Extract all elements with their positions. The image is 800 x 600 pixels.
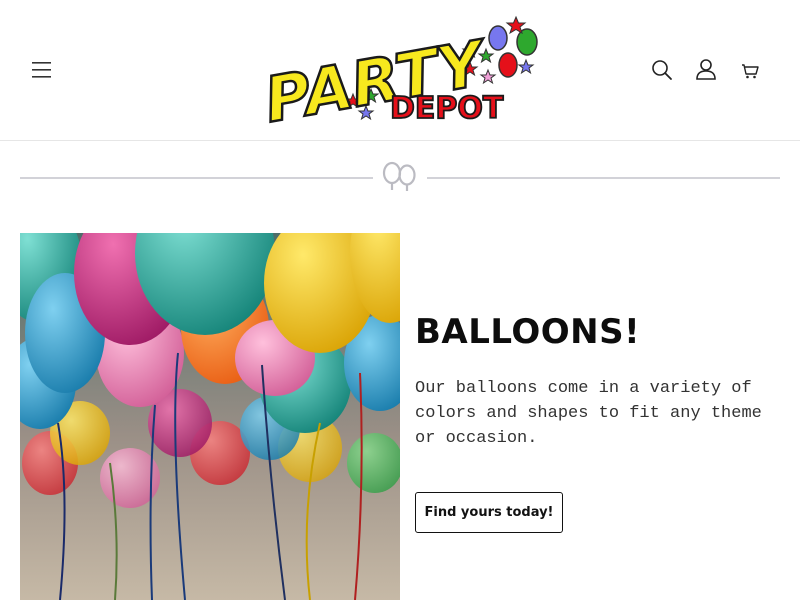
search-icon xyxy=(652,60,672,80)
menu-button[interactable] xyxy=(28,56,56,84)
find-yours-button[interactable]: Find yours today! xyxy=(415,492,563,533)
cart-button[interactable] xyxy=(736,56,764,84)
account-button[interactable] xyxy=(692,56,720,84)
account-icon xyxy=(696,59,716,80)
balloon-pair-icon xyxy=(378,160,422,196)
divider-line-right xyxy=(427,177,780,179)
hero-description: Our balloons come in a variety of colors… xyxy=(415,379,762,448)
divider-line-left xyxy=(20,177,373,179)
section-divider xyxy=(20,160,780,196)
balloons-photo xyxy=(20,233,400,600)
logo-graphic: PARTY DEPOT xyxy=(258,15,538,138)
search-button[interactable] xyxy=(648,56,676,84)
site-header: PARTY DEPOT xyxy=(0,0,800,141)
party-depot-logo[interactable]: PARTY DEPOT xyxy=(258,14,542,138)
logo-text-depot: DEPOT xyxy=(390,91,504,126)
hamburger-menu-icon xyxy=(32,62,51,78)
cart-icon xyxy=(742,64,759,79)
hero-title: BALLOONS! xyxy=(415,312,641,352)
